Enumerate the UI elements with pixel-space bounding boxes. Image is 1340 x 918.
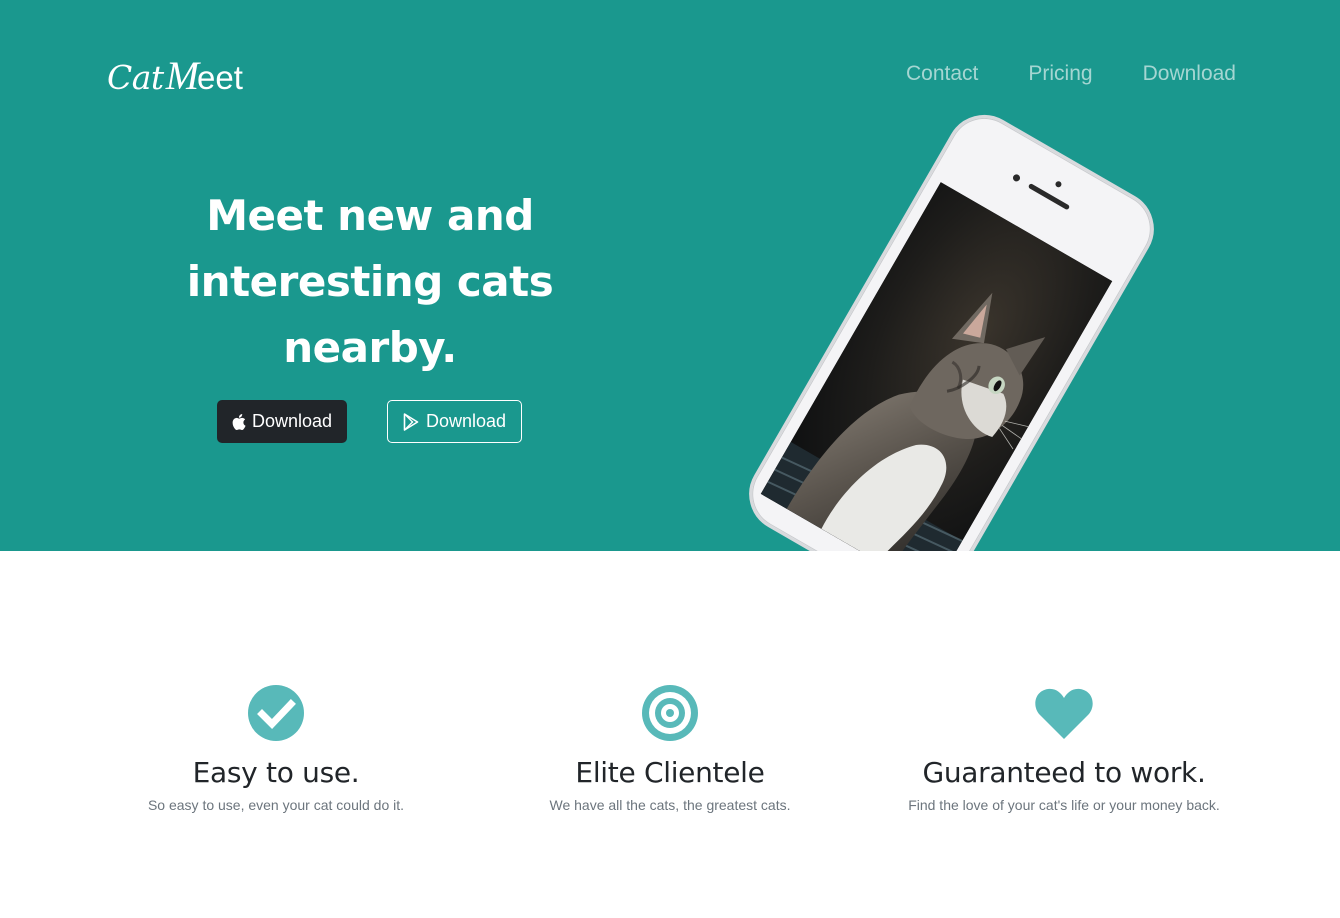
brand-part-m: M [165,53,200,98]
headline-line-3: nearby. [283,323,457,372]
feature-text: Find the love of your cat's life or your… [908,797,1220,813]
download-ios-button[interactable]: Download [217,400,347,443]
front-camera [1011,173,1022,183]
feature-easy-to-use: Easy to use. So easy to use, even your c… [81,683,471,813]
main-nav: Contact Pricing Download [906,62,1236,86]
feature-title: Guaranteed to work. [922,756,1206,789]
nav-item-download[interactable]: Download [1143,62,1236,86]
google-play-icon [403,412,420,431]
download-android-button[interactable]: Download [387,400,522,443]
proximity-sensor [1054,180,1063,189]
phone-screen-cat-photo [760,182,1113,551]
download-ios-label: Download [251,411,333,431]
feature-title: Easy to use. [192,756,360,789]
check-circle-icon [248,685,304,741]
hero-section: Cat Meet Contact Pricing Download Meet ne… [0,0,1340,551]
brand-logo[interactable]: Cat Meet [107,52,243,98]
brand-part-cat: Cat [107,58,164,97]
headline-line-2: interesting cats [186,257,554,306]
download-android-label: Download [425,411,507,431]
headline-line-1: Meet new and [206,191,534,240]
feature-elite-clientele: Elite Clientele We have all the cats, th… [475,683,865,813]
phone-body [735,101,1168,551]
feature-guaranteed: Guaranteed to work. Find the love of you… [869,683,1259,813]
phone-speaker [1027,183,1071,211]
feature-text: So easy to use, even your cat could do i… [147,797,405,813]
apple-icon [232,413,246,430]
nav-item-pricing[interactable]: Pricing [1028,62,1092,86]
feature-title: Elite Clientele [575,756,765,789]
nav-item-contact[interactable]: Contact [906,62,978,86]
hero-headline: Meet new and interesting cats nearby. [150,183,590,381]
bullseye-icon [642,685,698,741]
brand-part-eet: eet [197,59,243,96]
heart-icon [1035,688,1093,739]
features-section: Easy to use. So easy to use, even your c… [0,551,1340,918]
phone-mockup [735,101,1168,551]
feature-text: We have all the cats, the greatest cats. [549,797,791,813]
